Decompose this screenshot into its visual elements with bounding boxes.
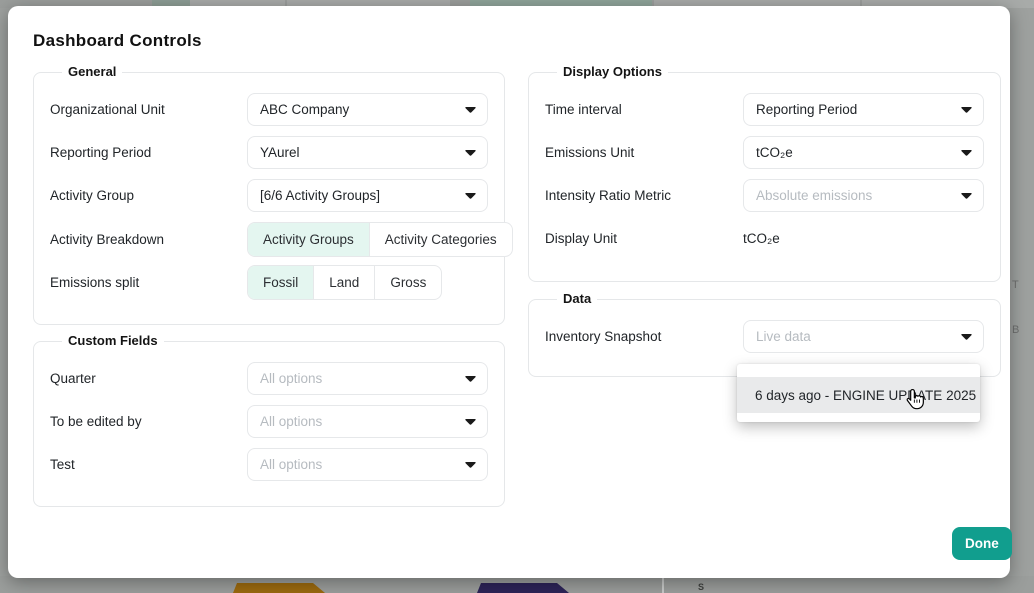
display-options-legend: Display Options (563, 64, 662, 79)
test-select[interactable]: All options (247, 448, 488, 481)
custom-fields-section: Custom Fields Quarter All options To be … (33, 333, 505, 507)
emissions-unit-value: tCO₂e (756, 145, 793, 160)
activity-group-row: Activity Group [6/6 Activity Groups] (50, 179, 488, 212)
chevron-down-icon (961, 333, 972, 340)
intensity-placeholder: Absolute emissions (756, 188, 873, 203)
background-letter-b: B (1012, 324, 1020, 336)
dropdown-option-engine-update[interactable]: 6 days ago - ENGINE UPDATE 2025 (737, 377, 980, 413)
quarter-label: Quarter (50, 371, 96, 386)
emissions-unit-row: Emissions Unit tCO₂e (545, 136, 984, 169)
display-options-section: Display Options Time interval Reporting … (528, 64, 1001, 282)
background-letter-t: T (1012, 279, 1019, 291)
org-unit-value: ABC Company (260, 102, 350, 117)
activity-breakdown-toggle: Activity Groups Activity Categories (247, 222, 513, 257)
general-section: General Organizational Unit ABC Company … (33, 64, 513, 325)
time-interval-select[interactable]: Reporting Period (743, 93, 984, 126)
time-interval-row: Time interval Reporting Period (545, 93, 984, 126)
display-unit-label: Display Unit (545, 231, 618, 246)
edited-by-select[interactable]: All options (247, 405, 488, 438)
edited-by-placeholder: All options (260, 414, 323, 429)
inventory-snapshot-row: Inventory Snapshot Live data (545, 320, 984, 353)
display-unit-value: tCO₂e (743, 230, 780, 246)
activity-group-value: [6/6 Activity Groups] (260, 188, 381, 203)
custom-fields-legend: Custom Fields (68, 333, 158, 348)
inventory-snapshot-select[interactable]: Live data (743, 320, 984, 353)
test-label: Test (50, 457, 75, 472)
page-title: Dashboard Controls (33, 31, 202, 50)
test-row: Test All options (50, 448, 488, 481)
chevron-down-icon (465, 192, 476, 199)
inventory-snapshot-dropdown: 6 days ago - ENGINE UPDATE 2025 (737, 364, 980, 422)
toggle-fossil[interactable]: Fossil (248, 266, 314, 299)
display-unit-row: Display Unit tCO₂e (545, 222, 984, 255)
chevron-down-icon (465, 461, 476, 468)
edited-by-row: To be edited by All options (50, 405, 488, 438)
dashboard-controls-modal: Dashboard Controls General Organizationa… (8, 6, 1012, 578)
intensity-row: Intensity Ratio Metric Absolute emission… (545, 179, 984, 212)
quarter-row: Quarter All options (50, 362, 488, 395)
quarter-placeholder: All options (260, 371, 323, 386)
done-button[interactable]: Done (952, 527, 1012, 560)
edited-by-label: To be edited by (50, 414, 142, 429)
reporting-period-value: YAurel (260, 145, 300, 160)
emissions-split-label: Emissions split (50, 275, 140, 290)
reporting-period-row: Reporting Period YAurel (50, 136, 488, 169)
activity-breakdown-row: Activity Breakdown Activity Groups Activ… (50, 222, 513, 257)
activity-breakdown-label: Activity Breakdown (50, 232, 165, 247)
org-unit-row: Organizational Unit ABC Company (50, 93, 488, 126)
chevron-down-icon (961, 192, 972, 199)
toggle-activity-categories[interactable]: Activity Categories (368, 223, 512, 256)
activity-group-select[interactable]: [6/6 Activity Groups] (247, 179, 488, 212)
intensity-select[interactable]: Absolute emissions (743, 179, 984, 212)
time-interval-label: Time interval (545, 102, 622, 117)
general-legend: General (68, 64, 117, 79)
chevron-down-icon (465, 418, 476, 425)
intensity-label: Intensity Ratio Metric (545, 188, 672, 203)
reporting-period-label: Reporting Period (50, 145, 152, 160)
emissions-unit-label: Emissions Unit (545, 145, 635, 160)
chevron-down-icon (465, 375, 476, 382)
chevron-down-icon (961, 106, 972, 113)
time-interval-value: Reporting Period (756, 102, 858, 117)
org-unit-select[interactable]: ABC Company (247, 93, 488, 126)
inventory-snapshot-placeholder: Live data (756, 329, 811, 344)
inventory-snapshot-label: Inventory Snapshot (545, 329, 662, 344)
chevron-down-icon (465, 149, 476, 156)
emissions-split-toggle: Fossil Land Gross (247, 265, 443, 300)
emissions-split-row: Emissions split Fossil Land Gross (50, 265, 488, 300)
background-divider (662, 578, 664, 593)
chevron-down-icon (465, 106, 476, 113)
toggle-land[interactable]: Land (313, 266, 374, 299)
hand-cursor-icon (906, 388, 924, 410)
quarter-select[interactable]: All options (247, 362, 488, 395)
emissions-unit-select[interactable]: tCO₂e (743, 136, 984, 169)
test-placeholder: All options (260, 457, 323, 472)
background-chart-bar-navy (477, 583, 569, 593)
reporting-period-select[interactable]: YAurel (247, 136, 488, 169)
background-chart-bar-orange (233, 583, 325, 593)
activity-group-label: Activity Group (50, 188, 135, 203)
data-legend: Data (563, 291, 592, 306)
toggle-activity-groups[interactable]: Activity Groups (248, 223, 369, 256)
chevron-down-icon (961, 149, 972, 156)
background-glyph: S (698, 582, 705, 592)
toggle-gross[interactable]: Gross (374, 266, 441, 299)
org-unit-label: Organizational Unit (50, 102, 165, 117)
